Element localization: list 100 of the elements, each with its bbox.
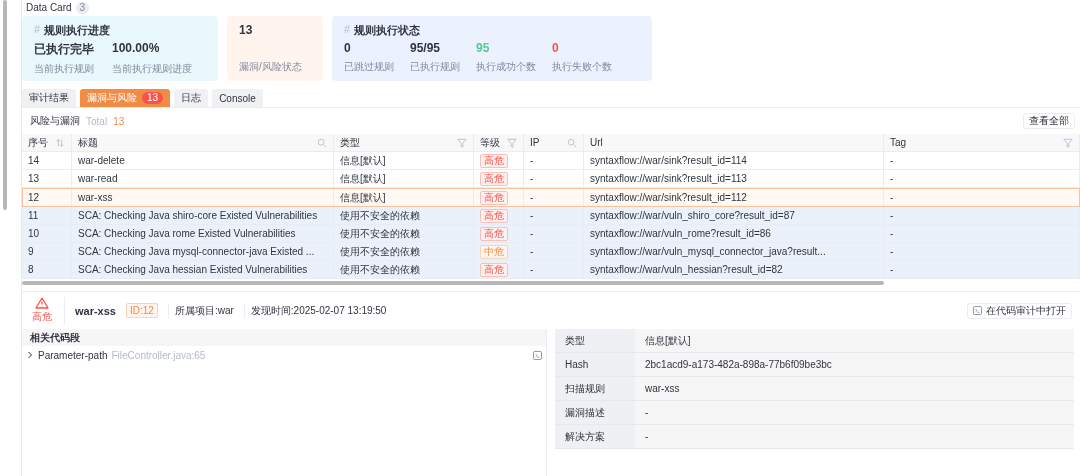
table-cell: 使用不安全的依赖 <box>334 225 474 242</box>
hash-icon: # <box>344 23 351 38</box>
table-cell: - <box>524 225 584 242</box>
stat-value: 0 <box>552 41 560 55</box>
tab[interactable]: 审计结果 <box>22 89 76 107</box>
id-tag: ID:12 <box>126 303 158 318</box>
info-label: Hash <box>555 353 635 376</box>
filter-icon[interactable] <box>507 137 517 148</box>
tab[interactable]: 日志 <box>174 89 209 107</box>
table-row[interactable]: 8 SCA: Checking Java hessian Existed Vulnerabilities 使用不安全的依赖 高危 - syntaxflow://war/vuln_hessian?result_id=82 - <box>22 261 1080 279</box>
severity-tag: 高危 <box>480 262 508 277</box>
column-header[interactable]: Tag <box>884 134 1080 151</box>
warning-icon <box>35 297 49 309</box>
table-cell: - <box>884 170 1080 187</box>
table-cell: SCA: Checking Java mysql-connector-java Existed ... <box>72 243 334 260</box>
open-in-audit-button[interactable]: 在代码审计中打开 <box>967 302 1072 319</box>
chevron-right-icon[interactable] <box>26 351 34 359</box>
info-value: war-xss <box>635 377 1074 400</box>
column-header[interactable]: 序号 <box>22 134 72 151</box>
stat-label: 当前执行规则进度 <box>112 62 192 76</box>
table-title: 风险与漏洞 <box>30 114 80 128</box>
total-label: Total <box>86 115 108 127</box>
stat-label: 漏洞/风险状态 <box>239 60 302 74</box>
info-label: 扫描规则 <box>555 377 635 400</box>
severity-label: 高危 <box>32 310 52 324</box>
table-cell: - <box>524 261 584 278</box>
search-icon[interactable] <box>567 137 577 148</box>
table-cell: syntaxflow://war/vuln_rome?result_id=86 <box>584 225 884 242</box>
info-value: 2bc1acd9-a173-482a-898a-77b6f09be3bc <box>635 353 1074 376</box>
view-all-button[interactable]: 查看全部 <box>1023 113 1075 129</box>
column-header[interactable]: IP <box>524 134 584 151</box>
severity-tag: 高危 <box>480 190 508 205</box>
table-cell: 使用不安全的依赖 <box>334 243 474 260</box>
table-cell: 11 <box>22 207 72 224</box>
table-cell: - <box>524 243 584 260</box>
scrollbar[interactable] <box>22 281 884 285</box>
table-cell: - <box>524 170 584 187</box>
info-value: - <box>635 401 1074 424</box>
table-cell: 14 <box>22 152 72 169</box>
terminal-icon <box>973 306 982 315</box>
table-cell: 使用不安全的依赖 <box>334 207 474 224</box>
table-cell: - <box>884 261 1080 278</box>
code-item-name[interactable]: Parameter-path <box>38 349 108 361</box>
severity-tag: 中危 <box>480 244 508 259</box>
stat-value: 95 <box>476 41 491 55</box>
column-header[interactable]: 类型 <box>334 134 474 151</box>
column-header[interactable]: Url <box>584 134 884 151</box>
stat-value: 95/95 <box>410 41 442 55</box>
info-label: 解决方案 <box>555 425 635 448</box>
table-cell: - <box>524 152 584 169</box>
table-cell: 13 <box>22 170 72 187</box>
table-cell: - <box>884 225 1080 242</box>
column-header[interactable]: 标题 <box>72 134 334 151</box>
table-row[interactable]: 10 SCA: Checking Java rome Existed Vulnerabilities 使用不安全的依赖 高危 - syntaxflow://war/vuln_rome?result_id=86 - <box>22 225 1080 243</box>
table-cell: 8 <box>22 261 72 278</box>
stat-value: 100.00% <box>112 41 161 55</box>
table-cell: syntaxflow://war/sink?result_id=114 <box>584 152 884 169</box>
search-icon[interactable] <box>317 137 327 148</box>
table-cell: 9 <box>22 243 72 260</box>
table-row[interactable]: 9 SCA: Checking Java mysql-connector-java Existed ... 使用不安全的依赖 中危 - syntaxflow://war/vuln_mysql_connector_java?result... - <box>22 243 1080 261</box>
project-text: 所属项目:war <box>167 303 234 318</box>
table-cell: 信息[默认] <box>334 152 474 169</box>
section-header: 相关代码段 <box>22 329 546 346</box>
table-cell: war-delete <box>72 152 334 169</box>
table-cell: - <box>884 152 1080 169</box>
card-title: 规则执行状态 <box>354 23 421 38</box>
severity-tag: 高危 <box>480 171 508 186</box>
table-cell: - <box>524 207 584 224</box>
column-header[interactable]: 等级 <box>474 134 524 151</box>
stat-label: 执行失败个数 <box>552 60 612 74</box>
severity-tag: 高危 <box>480 226 508 241</box>
scrollbar[interactable] <box>3 0 7 210</box>
table-cell: 10 <box>22 225 72 242</box>
found-time: 发现时间:2025-02-07 13:19:50 <box>243 303 387 318</box>
count-badge: 13 <box>142 92 164 104</box>
total-count: 13 <box>113 115 125 127</box>
sort-icon[interactable] <box>55 137 65 148</box>
table-cell: SCA: Checking Java rome Existed Vulnerabilities <box>72 225 334 242</box>
table-cell: syntaxflow://war/vuln_mysql_connector_java?result... <box>584 243 884 260</box>
filter-icon[interactable] <box>1063 137 1073 148</box>
table-cell: syntaxflow://war/sink?result_id=113 <box>584 170 884 187</box>
table-cell: 信息[默认] <box>334 170 474 187</box>
section-title: Data Card <box>26 1 72 14</box>
info-value: 信息[默认] <box>635 329 1074 352</box>
terminal-icon[interactable] <box>533 350 542 360</box>
stat-value: 已执行完毕 <box>34 41 94 58</box>
table-row[interactable]: 14 war-delete 信息[默认] 高危 - syntaxflow://war/sink?result_id=114 - <box>22 152 1080 170</box>
info-label: 类型 <box>555 329 635 352</box>
filter-icon[interactable] <box>457 137 467 148</box>
info-label: 漏洞描述 <box>555 401 635 424</box>
stat-label: 执行成功个数 <box>476 60 536 74</box>
stat-value: 13 <box>239 23 254 37</box>
table-row[interactable]: 13 war-read 信息[默认] 高危 - syntaxflow://war/sink?result_id=113 - <box>22 170 1080 188</box>
severity-tag: 高危 <box>480 153 508 168</box>
table-cell: war-read <box>72 170 334 187</box>
table-cell: syntaxflow://war/vuln_hessian?result_id=82 <box>584 261 884 278</box>
table-cell: syntaxflow://war/vuln_shiro_core?result_id=87 <box>584 207 884 224</box>
table-row[interactable]: 11 SCA: Checking Java shiro-core Existed Vulnerabilities 使用不安全的依赖 高危 - syntaxflow://war/vuln_shiro_core?result_id=87 - <box>22 207 1080 225</box>
table-row[interactable]: 12 war-xss 信息[默认] 高危 - syntaxflow://war/sink?result_id=112 - <box>22 188 1080 207</box>
tab[interactable]: Console <box>212 89 263 107</box>
